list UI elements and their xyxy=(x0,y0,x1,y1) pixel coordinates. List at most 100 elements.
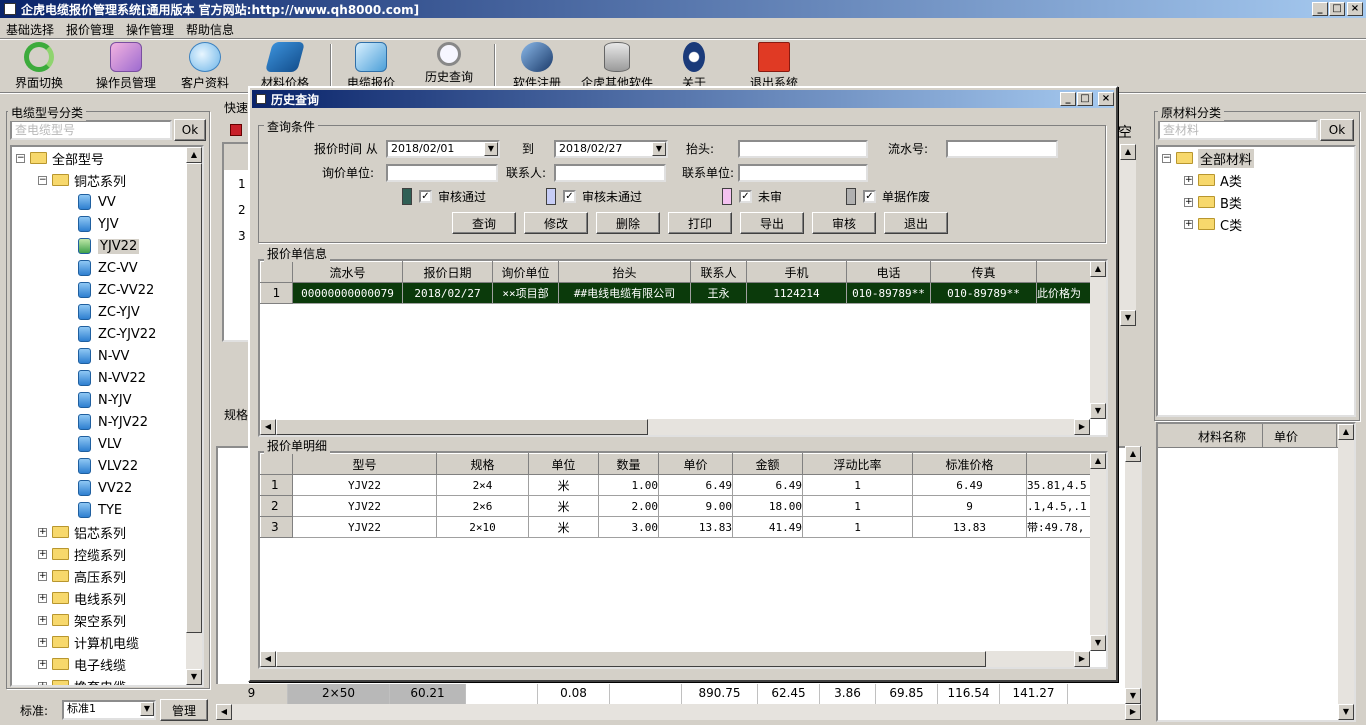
expand-icon[interactable]: + xyxy=(38,571,47,581)
collapse-icon[interactable]: − xyxy=(38,175,47,185)
tree-node-series[interactable]: + 控缆系列 xyxy=(38,544,126,564)
table-row[interactable]: 1 YJV22 2×4 米 1.00 6.49 6.49 1 6.49 35.81,4.5 xyxy=(260,474,1106,496)
check-icon[interactable]: ✓ xyxy=(739,190,752,203)
exit-button[interactable]: 退出 xyxy=(884,212,948,234)
dialog-maximize-button[interactable]: □ xyxy=(1077,92,1093,106)
column-header[interactable]: 单价 xyxy=(658,453,733,475)
expand-icon[interactable]: + xyxy=(1184,175,1193,185)
menu-basic[interactable]: 基础选择 xyxy=(6,21,54,38)
material-price-header[interactable]: 单价 xyxy=(1274,428,1298,445)
column-header[interactable]: 数量 xyxy=(598,453,659,475)
header-input[interactable] xyxy=(738,140,868,158)
hscroll-thumb[interactable] xyxy=(276,419,648,435)
status-rejected-checkbox[interactable]: ✓ 审核未通过 xyxy=(546,188,642,205)
scroll-up-button[interactable]: ▲ xyxy=(186,147,202,163)
chevron-down-icon[interactable]: ▼ xyxy=(484,142,498,156)
column-header[interactable]: 单位 xyxy=(528,453,599,475)
material-grid-scrollbar[interactable] xyxy=(1338,424,1354,720)
tree-node-cable-model[interactable]: ZC-VV22 xyxy=(78,280,154,300)
column-header[interactable]: 浮动比率 xyxy=(802,453,913,475)
quote-list-vscroll[interactable] xyxy=(1090,261,1106,419)
column-header[interactable]: 抬头 xyxy=(558,261,691,283)
toolbar-cable-quote-button[interactable]: 电缆报价 xyxy=(342,42,400,86)
tree-node-root[interactable]: − 全部型号 xyxy=(16,148,104,168)
dialog-close-button[interactable]: × xyxy=(1098,92,1114,106)
tree-node-series[interactable]: + 铝芯系列 xyxy=(38,522,126,542)
toolbar-exit-button[interactable]: 退出系统 xyxy=(742,42,806,86)
menu-operate[interactable]: 操作管理 xyxy=(126,21,174,38)
tree-node-cable-model[interactable]: N-VV xyxy=(78,346,129,366)
query-button[interactable]: 查询 xyxy=(452,212,516,234)
quote-detail-vscroll[interactable] xyxy=(1090,453,1106,651)
hscroll-thumb[interactable] xyxy=(276,651,986,667)
export-button[interactable]: 导出 xyxy=(740,212,804,234)
tree-node-series[interactable]: + 架空系列 xyxy=(38,610,126,630)
manage-button[interactable]: 管理 xyxy=(160,699,208,721)
expand-icon[interactable]: + xyxy=(38,527,47,537)
expand-icon[interactable]: + xyxy=(38,615,47,625)
status-approved-checkbox[interactable]: ✓ 审核通过 xyxy=(402,188,486,205)
check-icon[interactable]: ✓ xyxy=(563,190,576,203)
dialog-minimize-button[interactable]: _ xyxy=(1060,92,1076,106)
status-unreviewed-checkbox[interactable]: ✓ 未审 xyxy=(722,188,782,205)
audit-button[interactable]: 审核 xyxy=(812,212,876,234)
toolbar-history-button[interactable]: 历史查询 xyxy=(420,42,478,86)
cable-search-ok-button[interactable]: Ok xyxy=(174,119,206,141)
expand-icon[interactable]: + xyxy=(38,659,47,669)
tree-node-cable-model[interactable]: ZC-YJV22 xyxy=(78,324,156,344)
material-name-header[interactable]: 材料名称 xyxy=(1198,428,1246,445)
expand-icon[interactable]: + xyxy=(38,593,47,603)
material-tree-group-b[interactable]: + B类 xyxy=(1184,192,1242,212)
tree-node-cable-model[interactable]: YJV22 xyxy=(78,236,140,256)
column-header[interactable]: 规格 xyxy=(436,453,529,475)
status-void-checkbox[interactable]: ✓ 单据作废 xyxy=(846,188,930,205)
tree-node-cable-model[interactable]: ZC-VV xyxy=(78,258,138,278)
expand-icon[interactable]: + xyxy=(1184,219,1193,229)
chevron-down-icon[interactable]: ▼ xyxy=(652,142,666,156)
save-icon[interactable] xyxy=(230,124,242,136)
toolbar-operator-button[interactable]: 操作员管理 xyxy=(92,42,160,90)
tree-node-cable-model[interactable]: N-YJV xyxy=(78,390,132,410)
column-header[interactable] xyxy=(1036,261,1093,283)
chevron-down-icon[interactable]: ▼ xyxy=(140,702,154,716)
tree-node-copper[interactable]: − 铜芯系列 xyxy=(38,170,126,190)
tree-node-cable-model[interactable]: N-VV22 xyxy=(78,368,146,388)
middle-vscroll[interactable] xyxy=(1125,446,1141,704)
serial-input[interactable] xyxy=(946,140,1058,158)
expand-icon[interactable]: + xyxy=(38,681,47,685)
expand-icon[interactable]: + xyxy=(38,637,47,647)
column-header[interactable]: 标准价格 xyxy=(912,453,1027,475)
contact-unit-input[interactable] xyxy=(738,164,868,182)
tree-node-cable-model[interactable]: VLV22 xyxy=(78,456,138,476)
date-from-picker[interactable]: 2018/02/01 ▼ xyxy=(386,140,500,158)
material-search-ok-button[interactable]: Ok xyxy=(1320,119,1354,141)
delete-button[interactable]: 删除 xyxy=(596,212,660,234)
material-tree-group-a[interactable]: + A类 xyxy=(1184,170,1242,190)
check-icon[interactable]: ✓ xyxy=(863,190,876,203)
column-header[interactable]: 报价日期 xyxy=(402,261,493,283)
toolbar-about-button[interactable]: 关于 xyxy=(670,42,718,86)
cable-search-input[interactable]: 查电缆型号 xyxy=(10,120,172,140)
menu-help[interactable]: 帮助信息 xyxy=(186,21,234,38)
expand-icon[interactable]: + xyxy=(38,549,47,559)
tree-node-cable-model[interactable]: TYE xyxy=(78,500,122,520)
table-row[interactable]: 2 YJV22 2×6 米 2.00 9.00 18.00 1 9.1,4.5,.1 xyxy=(260,495,1106,517)
toolbar-register-button[interactable]: 软件注册 xyxy=(506,42,568,86)
toolbar-other-software-button[interactable]: 企虎其他软件 xyxy=(578,42,656,86)
tree-node-series[interactable]: + 计算机电缆 xyxy=(38,632,139,652)
date-to-picker[interactable]: 2018/02/27 ▼ xyxy=(554,140,668,158)
tree-node-series[interactable]: + 电子线缆 xyxy=(38,654,126,674)
column-header[interactable]: 金额 xyxy=(732,453,803,475)
tree-node-series[interactable]: + 高压系列 xyxy=(38,566,126,586)
tree-node-cable-model[interactable]: VLV xyxy=(78,434,122,454)
middle-hscroll[interactable] xyxy=(216,704,1142,720)
expand-icon[interactable]: + xyxy=(1184,197,1193,207)
column-header[interactable]: 联系人 xyxy=(690,261,747,283)
toolbar-material-price-button[interactable]: 材料价格 xyxy=(256,42,314,86)
maximize-button[interactable]: □ xyxy=(1329,2,1345,16)
tree-node-series[interactable]: + 电线系列 xyxy=(38,588,126,608)
toolbar-switch-button[interactable]: 界面切换 xyxy=(10,42,68,90)
inquiry-unit-input[interactable] xyxy=(386,164,498,182)
scroll-down-button[interactable]: ▼ xyxy=(186,669,202,685)
column-header[interactable]: 手机 xyxy=(746,261,847,283)
